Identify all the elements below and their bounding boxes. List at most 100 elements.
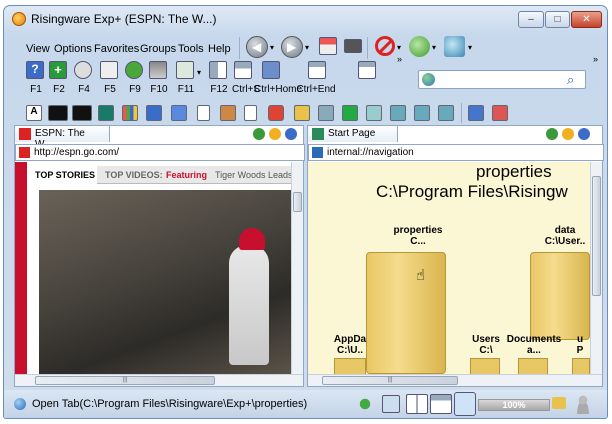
minimize-button[interactable]: –: [518, 11, 544, 28]
history-icon[interactable]: [269, 128, 281, 140]
picture-icon[interactable]: [438, 105, 454, 121]
scroll-thumb[interactable]: [592, 176, 601, 296]
new-tab-icon[interactable]: [382, 395, 400, 413]
search-icon[interactable]: ⌕: [567, 72, 574, 88]
scroll-thumb[interactable]: |||: [322, 376, 458, 385]
horizontal-scrollbar[interactable]: |||: [15, 374, 303, 386]
maximize-button[interactable]: □: [545, 11, 570, 28]
windows-icon[interactable]: [122, 105, 138, 121]
tab-top-videos[interactable]: TOP VIDEOS:: [105, 170, 163, 180]
headline-link[interactable]: Tiger Woods Leads U: [215, 170, 291, 180]
refresh-icon[interactable]: [409, 36, 430, 57]
folder-icon[interactable]: [572, 358, 590, 374]
image-icon[interactable]: [220, 105, 236, 121]
console-icon[interactable]: [72, 105, 92, 121]
menu-tools[interactable]: Tools: [178, 43, 204, 55]
document-icon[interactable]: [197, 105, 210, 121]
power-icon[interactable]: [268, 105, 284, 121]
save-icon[interactable]: [262, 61, 280, 79]
folder-icon[interactable]: [518, 358, 548, 374]
clock-icon[interactable]: [578, 128, 590, 140]
toolbar-overflow[interactable]: »: [397, 54, 402, 64]
chevron-down-icon[interactable]: ▾: [270, 43, 274, 52]
folder-name: Users: [472, 334, 500, 345]
add-tab-icon[interactable]: [253, 128, 265, 140]
tools-icon[interactable]: [318, 105, 334, 121]
scroll-thumb[interactable]: |||: [35, 376, 215, 385]
terminal-icon[interactable]: [342, 105, 358, 121]
fullscreen-icon[interactable]: [209, 61, 227, 79]
split-horizontal-icon[interactable]: [430, 394, 452, 414]
first-tab-icon[interactable]: [308, 61, 326, 79]
reload-icon[interactable]: [125, 61, 143, 79]
clock-icon[interactable]: [285, 128, 297, 140]
vertical-scrollbar[interactable]: [590, 162, 602, 374]
search-input[interactable]: [418, 70, 586, 89]
last-tab-icon[interactable]: [358, 61, 376, 79]
web-content: TOP STORIES TOP VIDEOS: Featuring Tiger …: [15, 162, 291, 374]
vertical-scrollbar[interactable]: [291, 162, 303, 374]
close-button[interactable]: ✕: [571, 11, 602, 28]
tools-icon[interactable]: [492, 105, 508, 121]
window-icon[interactable]: [234, 61, 252, 79]
chevron-down-icon[interactable]: ▾: [468, 43, 472, 52]
font-icon[interactable]: A: [26, 105, 42, 121]
toolbar-overflow[interactable]: »: [593, 54, 598, 64]
zoom-slider[interactable]: 100%: [478, 399, 550, 411]
menu-help[interactable]: Help: [208, 43, 231, 55]
tab-start-page[interactable]: Start Page: [308, 126, 398, 142]
add-tab-icon[interactable]: [546, 128, 558, 140]
menu-groups[interactable]: Groups: [140, 43, 176, 55]
page-icon: [312, 128, 324, 140]
refresh-all-icon[interactable]: [444, 36, 465, 57]
help-icon[interactable]: ?: [26, 61, 44, 79]
nav-path: C:\Program Files\Risingw: [376, 182, 568, 201]
tab-top-stories[interactable]: TOP STORIES: [29, 166, 97, 184]
horizontal-scrollbar[interactable]: |||: [308, 374, 602, 386]
folder-icon[interactable]: [334, 358, 366, 374]
url-icon[interactable]: [74, 61, 92, 79]
computer-icon[interactable]: [171, 105, 187, 121]
save-page-icon[interactable]: [176, 61, 194, 79]
mail-icon[interactable]: [100, 61, 118, 79]
folder-icon[interactable]: [366, 252, 446, 374]
settings-icon[interactable]: [468, 105, 484, 121]
menu-options[interactable]: Options: [54, 43, 92, 55]
sync-icon[interactable]: [356, 395, 374, 413]
console-icon[interactable]: [48, 105, 68, 121]
folder-icon[interactable]: [530, 252, 590, 340]
menu-favorites[interactable]: Favorites: [94, 43, 139, 55]
chevron-down-icon[interactable]: ▾: [432, 43, 436, 52]
forward-button[interactable]: ▶: [281, 36, 303, 58]
scroll-thumb[interactable]: [293, 192, 302, 212]
history-icon[interactable]: [562, 128, 574, 140]
chevron-down-icon[interactable]: ▾: [305, 43, 309, 52]
address-bar[interactable]: http://espn.go.com/: [15, 144, 305, 161]
document-icon[interactable]: [244, 105, 257, 121]
chevron-down-icon[interactable]: ▾: [397, 43, 401, 52]
chevron-down-icon[interactable]: ▾: [197, 68, 201, 77]
network-icon[interactable]: [146, 105, 162, 121]
address-bar[interactable]: internal://navigation: [308, 144, 604, 161]
menu-view[interactable]: View: [26, 43, 50, 55]
user-icon[interactable]: [574, 394, 592, 414]
sports-photo[interactable]: [39, 190, 291, 374]
screen-icon[interactable]: [344, 39, 362, 53]
new-tab-icon[interactable]: +: [49, 61, 67, 79]
lightbulb-icon[interactable]: [454, 392, 476, 416]
home-icon[interactable]: [319, 37, 337, 55]
print-icon[interactable]: [149, 61, 167, 79]
folder-icon[interactable]: [470, 358, 500, 374]
picture-icon[interactable]: [366, 105, 382, 121]
monitor-icon[interactable]: [98, 105, 114, 121]
back-button[interactable]: ◀: [246, 36, 268, 58]
folder-icon[interactable]: [294, 105, 310, 121]
stop-icon[interactable]: [375, 36, 395, 56]
split-vertical-icon[interactable]: [406, 394, 428, 414]
tab-espn[interactable]: ESPN: The W...: [15, 126, 110, 150]
folder-icon[interactable]: [552, 397, 566, 409]
picture-icon[interactable]: [414, 105, 430, 121]
globe-icon: [14, 398, 26, 410]
picture-icon[interactable]: [390, 105, 406, 121]
espn-sidebar: [15, 162, 27, 374]
